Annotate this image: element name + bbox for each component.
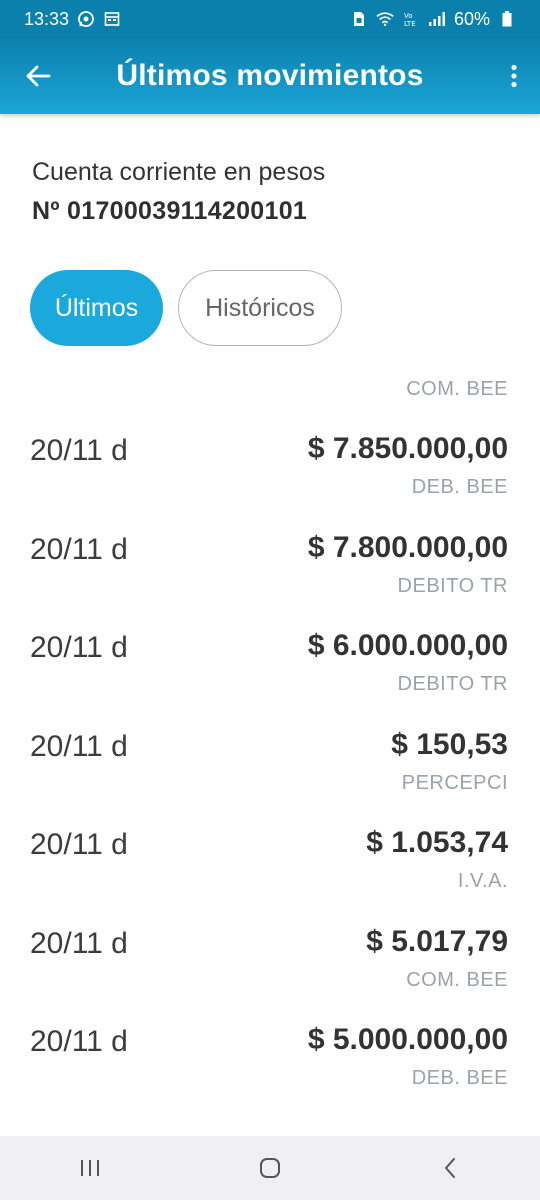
movement-date: 20/11 d bbox=[30, 828, 128, 861]
svg-text:Vo: Vo bbox=[404, 12, 413, 20]
list-item[interactable]: 20/11 d $ 7.800.000,00 DEBITO TR bbox=[0, 513, 540, 612]
more-options-button[interactable] bbox=[502, 56, 526, 96]
system-nav-bar bbox=[0, 1136, 540, 1200]
movement-desc-partial: COM. BEE bbox=[406, 378, 508, 400]
movement-date: 20/11 d bbox=[30, 532, 128, 566]
home-button[interactable] bbox=[230, 1143, 310, 1193]
recent-apps-icon bbox=[81, 1160, 99, 1176]
tab-historicos[interactable]: Históricos bbox=[178, 270, 342, 346]
movement-date: 20/11 d bbox=[30, 729, 128, 763]
list-item[interactable]: 20/11 d $ 1.053,74 I.V.A. bbox=[0, 808, 540, 907]
tab-ultimos[interactable]: Últimos bbox=[30, 270, 163, 346]
movement-amount: $ 5.017,79 bbox=[366, 924, 508, 958]
account-number: Nº 01700039114200101 bbox=[32, 197, 308, 225]
list-item[interactable]: 20/11 d $ 7.850.000,00 DEB. BEE bbox=[0, 414, 540, 513]
account-type: Cuenta corriente en pesos bbox=[32, 158, 326, 186]
system-back-button[interactable] bbox=[410, 1143, 490, 1193]
more-vert-icon bbox=[511, 64, 517, 88]
status-time: 13:33 bbox=[24, 8, 70, 29]
movements-list: 20/11 d $ 7.850.000,00 DEB. BEE 20/11 d … bbox=[0, 414, 540, 1104]
movement-desc: DEBITO TR bbox=[397, 574, 508, 597]
app-bar: Últimos movimientos bbox=[0, 38, 540, 114]
movement-date: 20/11 d bbox=[30, 631, 128, 664]
movement-date: 20/11 d bbox=[30, 434, 128, 467]
list-item[interactable]: 20/11 d $ 150,53 PERCEPCI bbox=[0, 710, 540, 809]
movement-desc: DEB. BEE bbox=[411, 1067, 508, 1089]
movement-amount: $ 7.850.000,00 bbox=[307, 432, 508, 465]
movement-desc: DEBITO TR bbox=[397, 673, 508, 695]
movement-desc: PERCEPCI bbox=[401, 771, 508, 794]
wifi-icon bbox=[376, 10, 394, 28]
signal-icon bbox=[428, 10, 446, 28]
list-item[interactable]: 20/11 d $ 5.000.000,00 DEB. BEE bbox=[0, 1005, 540, 1104]
movement-desc: COM. BEE bbox=[406, 968, 508, 991]
whatsapp-icon bbox=[77, 10, 95, 28]
movement-date: 20/11 d bbox=[30, 1025, 128, 1058]
battery-percent: 60% bbox=[453, 8, 490, 29]
list-item[interactable]: 20/11 d $ 5.017,79 COM. BEE bbox=[0, 907, 540, 1006]
back-icon bbox=[445, 1158, 455, 1178]
sim-icon bbox=[350, 10, 368, 28]
movement-amount: $ 6.000.000,00 bbox=[307, 629, 508, 662]
movement-desc: I.V.A. bbox=[457, 870, 508, 892]
movement-amount: $ 7.800.000,00 bbox=[307, 530, 508, 564]
movement-amount: $ 5.000.000,00 bbox=[307, 1023, 508, 1056]
status-right: Vo LTE 60% bbox=[350, 9, 516, 30]
movement-desc: DEB. BEE bbox=[411, 476, 508, 498]
status-left: 13:33 bbox=[24, 9, 121, 30]
movement-date: 20/11 d bbox=[30, 926, 128, 960]
page-title: Últimos movimientos bbox=[116, 59, 424, 92]
movement-amount: $ 1.053,74 bbox=[366, 826, 508, 859]
status-bar: 13:33 Vo LTE 60% bbox=[0, 0, 540, 38]
volte-icon: Vo LTE bbox=[402, 10, 420, 28]
home-icon bbox=[260, 1158, 280, 1178]
movement-amount: $ 150,53 bbox=[391, 727, 508, 761]
list-item[interactable]: 20/11 d $ 6.000.000,00 DEBITO TR bbox=[0, 611, 540, 710]
battery-icon bbox=[498, 10, 516, 28]
recent-apps-button[interactable] bbox=[50, 1143, 130, 1193]
svg-text:LTE: LTE bbox=[404, 20, 416, 27]
calendar-icon bbox=[103, 10, 121, 28]
